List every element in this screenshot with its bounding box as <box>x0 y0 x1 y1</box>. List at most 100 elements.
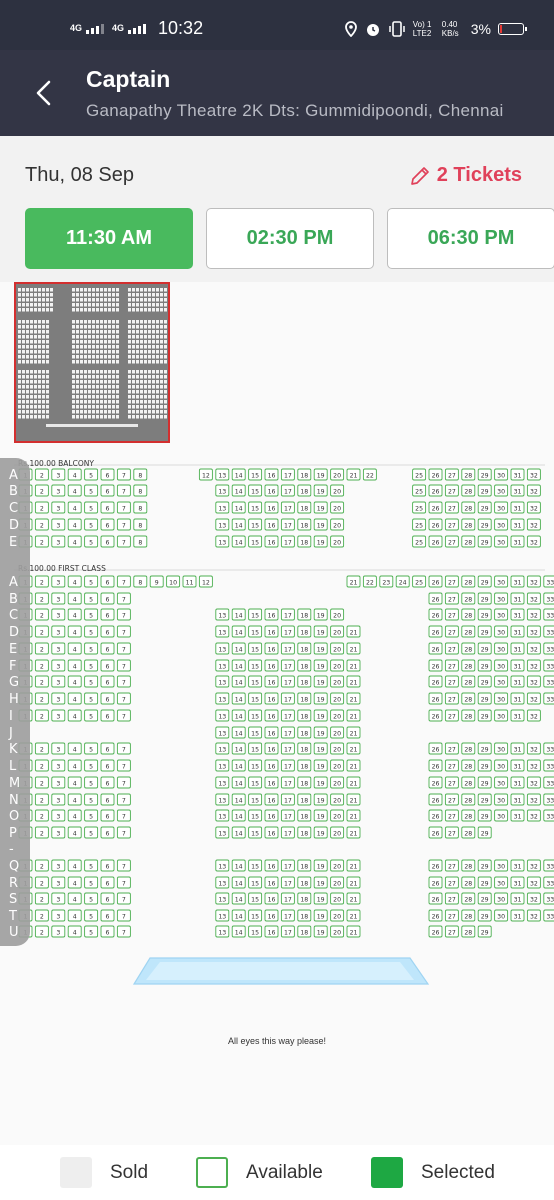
seat[interactable]: 29 <box>477 859 492 872</box>
seat[interactable]: 22 <box>362 468 377 481</box>
seat[interactable]: 18 <box>297 642 312 655</box>
seat[interactable]: 3 <box>51 575 66 588</box>
seat[interactable]: 27 <box>444 535 459 548</box>
seat[interactable]: 27 <box>444 592 459 605</box>
seat[interactable]: 18 <box>297 709 312 722</box>
seat[interactable]: 13 <box>215 535 230 548</box>
seat[interactable]: 6 <box>100 925 115 938</box>
seat[interactable]: 3 <box>51 518 66 531</box>
seat[interactable]: 19 <box>313 501 328 514</box>
seat[interactable]: 2 <box>34 608 49 621</box>
seat[interactable]: 27 <box>444 692 459 705</box>
seat[interactable]: 2 <box>34 659 49 672</box>
seat[interactable]: 14 <box>231 726 246 739</box>
seat[interactable]: 19 <box>313 608 328 621</box>
seat[interactable]: 32 <box>526 659 541 672</box>
seat[interactable]: 27 <box>444 484 459 497</box>
seat[interactable]: 4 <box>67 709 82 722</box>
seat[interactable]: 15 <box>248 518 263 531</box>
seat[interactable]: 18 <box>297 925 312 938</box>
seat[interactable]: 17 <box>280 759 295 772</box>
seat[interactable]: 3 <box>51 925 66 938</box>
seat[interactable]: 5 <box>84 925 99 938</box>
seat[interactable]: 18 <box>297 726 312 739</box>
seat[interactable]: 27 <box>444 925 459 938</box>
seat[interactable]: 29 <box>477 742 492 755</box>
seat[interactable]: 14 <box>231 484 246 497</box>
seat[interactable]: 16 <box>264 876 279 889</box>
seat[interactable]: 31 <box>510 659 525 672</box>
seat[interactable]: 30 <box>494 892 509 905</box>
seat[interactable]: 5 <box>84 484 99 497</box>
seat[interactable]: 26 <box>428 776 443 789</box>
seat[interactable]: 31 <box>510 501 525 514</box>
seat[interactable]: 4 <box>67 826 82 839</box>
seat[interactable]: 30 <box>494 484 509 497</box>
seat[interactable]: 14 <box>231 925 246 938</box>
seat[interactable]: 28 <box>461 892 476 905</box>
seat[interactable]: 8 <box>133 575 148 588</box>
seat[interactable]: 15 <box>248 776 263 789</box>
seat[interactable]: 27 <box>444 518 459 531</box>
seat[interactable]: 16 <box>264 625 279 638</box>
seat[interactable]: 2 <box>34 501 49 514</box>
seat[interactable]: 6 <box>100 742 115 755</box>
seat[interactable]: 17 <box>280 742 295 755</box>
seat[interactable]: 7 <box>116 859 131 872</box>
seat[interactable]: 29 <box>477 518 492 531</box>
seat[interactable]: 7 <box>116 608 131 621</box>
seat[interactable]: 32 <box>526 859 541 872</box>
seat[interactable]: 13 <box>215 659 230 672</box>
seat[interactable]: 15 <box>248 642 263 655</box>
seat[interactable]: 7 <box>116 925 131 938</box>
seat[interactable]: 3 <box>51 642 66 655</box>
seat[interactable]: 4 <box>67 535 82 548</box>
seat[interactable]: 21 <box>346 625 361 638</box>
seat[interactable]: 29 <box>477 484 492 497</box>
seat[interactable]: 5 <box>84 759 99 772</box>
seat[interactable]: 2 <box>34 826 49 839</box>
seat[interactable]: 33 <box>543 859 554 872</box>
seat[interactable]: 33 <box>543 692 554 705</box>
seat[interactable]: 4 <box>67 468 82 481</box>
seat[interactable]: 3 <box>51 776 66 789</box>
seat[interactable]: 13 <box>215 625 230 638</box>
seat[interactable]: 21 <box>346 675 361 688</box>
seat[interactable]: 2 <box>34 809 49 822</box>
seat[interactable]: 19 <box>313 809 328 822</box>
seat[interactable]: 32 <box>526 793 541 806</box>
seat[interactable]: 13 <box>215 925 230 938</box>
seat[interactable]: 14 <box>231 793 246 806</box>
seat[interactable]: 31 <box>510 625 525 638</box>
seat[interactable]: 26 <box>428 518 443 531</box>
seat[interactable]: 31 <box>510 592 525 605</box>
seat[interactable]: 16 <box>264 709 279 722</box>
seat[interactable]: 26 <box>428 535 443 548</box>
seat[interactable]: 28 <box>461 742 476 755</box>
seat[interactable]: 31 <box>510 692 525 705</box>
seat[interactable]: 32 <box>526 809 541 822</box>
seat[interactable]: 4 <box>67 575 82 588</box>
seat[interactable]: 21 <box>346 642 361 655</box>
seat[interactable]: 20 <box>330 776 345 789</box>
seat[interactable]: 27 <box>444 759 459 772</box>
seat[interactable]: 13 <box>215 793 230 806</box>
seat[interactable]: 32 <box>526 535 541 548</box>
seat[interactable]: 17 <box>280 518 295 531</box>
seat[interactable]: 29 <box>477 608 492 621</box>
seat[interactable]: 4 <box>67 592 82 605</box>
seat[interactable]: 28 <box>461 642 476 655</box>
seat[interactable]: 6 <box>100 468 115 481</box>
seat[interactable]: 14 <box>231 535 246 548</box>
seat[interactable]: 2 <box>34 535 49 548</box>
seat[interactable]: 2 <box>34 709 49 722</box>
seat[interactable]: 30 <box>494 518 509 531</box>
seat[interactable]: 17 <box>280 793 295 806</box>
seat[interactable]: 20 <box>330 909 345 922</box>
seat[interactable]: 29 <box>477 592 492 605</box>
seat[interactable]: 13 <box>215 909 230 922</box>
seat[interactable]: 31 <box>510 909 525 922</box>
seat[interactable]: 13 <box>215 484 230 497</box>
seat[interactable]: 21 <box>346 909 361 922</box>
seat[interactable]: 27 <box>444 909 459 922</box>
